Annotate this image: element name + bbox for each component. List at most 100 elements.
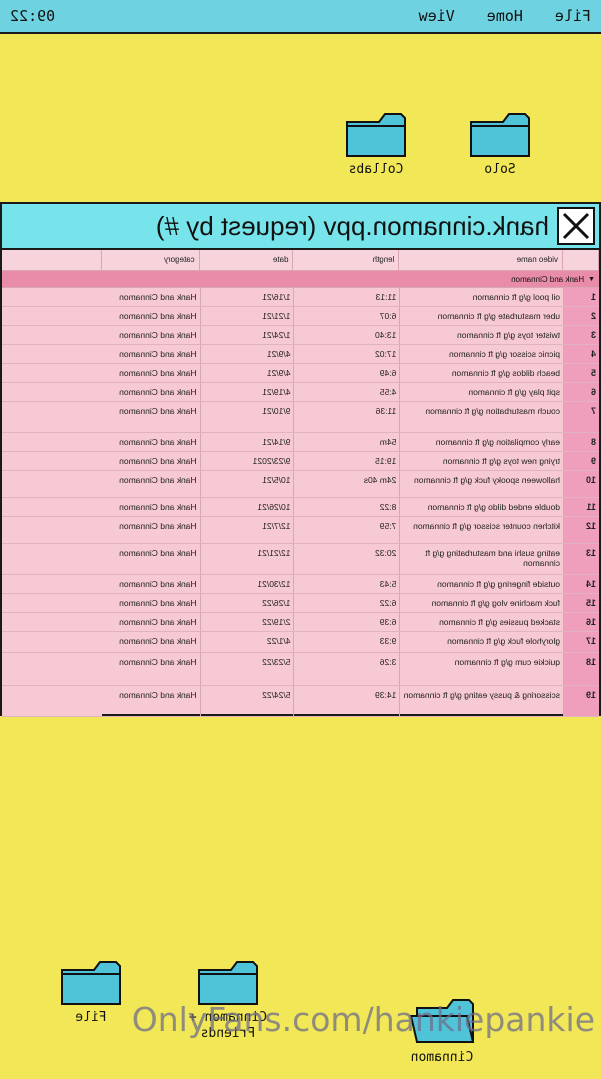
table-row[interactable]: 9 trying new toys g/g ft cinnamon 19:15 9/2… xyxy=(2,452,599,471)
cell-length: 3:26 xyxy=(293,653,400,685)
group-label: Hank and Cinnamon xyxy=(511,274,585,284)
cell-video-name: couch masturbation g/g ft cinnamon xyxy=(399,402,564,432)
collapse-triangle-icon[interactable]: ▼ xyxy=(588,276,595,283)
col-date[interactable]: date xyxy=(199,250,294,270)
cell-date: 9/23/2021 xyxy=(199,452,294,470)
cell-spacer xyxy=(2,544,102,574)
cell-date: 9/10/21 xyxy=(199,402,294,432)
cell-date: 10/26/21 xyxy=(199,498,294,516)
folder-icon xyxy=(470,113,530,157)
cell-video-name: gloryhole fuck g/g ft cinnamon xyxy=(399,632,564,652)
cell-category: Hank and Cinnamon xyxy=(119,598,197,608)
table-row[interactable]: 18 quickie cum g/g ft cinnamon 3:26 5/23/22… xyxy=(2,653,599,686)
close-x-icon[interactable] xyxy=(557,207,595,245)
cell-date: 1/26/22 xyxy=(199,594,294,612)
cell-category: Hank and Cinnamon xyxy=(119,521,197,531)
window-title: hank.cinnamon.ppv (request by #) xyxy=(155,210,549,241)
cell-video-name: twister toys g/g ft cinnamon xyxy=(399,326,564,344)
cell-date: 2/19/22 xyxy=(199,613,294,631)
col-video-name[interactable]: video name xyxy=(399,250,564,270)
folder-icon xyxy=(198,961,258,1005)
table-row[interactable]: 15 fuck machine vlog g/g ft cinnamon 6:22 1… xyxy=(2,594,599,613)
table-row[interactable]: 4 picnic scissor g/g ft cinnamon 17:02 4/9/… xyxy=(2,345,599,364)
table-row[interactable]: 3 twister toys g/g ft cinnamon 13:40 1/24/2… xyxy=(2,326,599,345)
table-row[interactable]: 8 early compilation g/g ft cinnamon 54m 9/1… xyxy=(2,433,599,452)
table-row[interactable]: 13 eating sushi and masturbating g/g ft c… xyxy=(2,544,599,575)
row-number: 10 xyxy=(563,471,599,497)
clock: 09:22 xyxy=(10,7,56,25)
cell-date: 4/9/21 xyxy=(199,345,294,363)
cell-length: 6:07 xyxy=(293,307,400,325)
row-number: 1 xyxy=(563,288,599,306)
cell-spacer xyxy=(2,383,102,401)
window-titlebar[interactable]: hank.cinnamon.ppv (request by #) xyxy=(2,204,599,250)
folder-label: File xyxy=(75,1010,107,1025)
cell-category: Hank and Cinnamon xyxy=(119,292,197,302)
table-row[interactable]: 5 beach dildos g/g ft cinnamon 6:49 4/9/21 H… xyxy=(2,364,599,383)
table-row[interactable]: 17 gloryhole fuck g/g ft cinnamon 9:33 4/1/… xyxy=(2,632,599,653)
cell-date: 1/24/21 xyxy=(199,326,294,344)
folder-solo[interactable]: Solo xyxy=(455,110,545,178)
cell-category: Hank and Cinnamon xyxy=(119,636,197,646)
col-length[interactable]: length xyxy=(293,250,400,270)
cell-length: 13:40 xyxy=(293,326,400,344)
table-row[interactable]: 11 double ended dildo g/g ft cinnamon 8:22… xyxy=(2,498,599,517)
table-row[interactable]: 1 oil pool g/g ft cinnamon 11:13 1/16/21 Han… xyxy=(2,288,599,307)
row-number: 11 xyxy=(563,498,599,516)
cell-date: 4/19/21 xyxy=(199,383,294,401)
cell-spacer xyxy=(2,288,102,306)
cell-length: 14:39 xyxy=(293,686,400,716)
cell-category: Hank and Cinnamon xyxy=(119,330,197,340)
cell-spacer xyxy=(2,686,102,716)
table-row[interactable]: 10 halloween spooky fuck g/g ft cinnamon 2… xyxy=(2,471,599,498)
cell-video-name: trying new toys g/g ft cinnamon xyxy=(399,452,564,470)
cell-category: Hank and Cinnamon xyxy=(119,437,197,447)
cell-length: 24m 40s xyxy=(293,471,400,497)
cell-date: 4/1/22 xyxy=(199,632,294,652)
cell-spacer xyxy=(2,452,102,470)
cell-length: 8:22 xyxy=(293,498,400,516)
folder-label: Cinnamon xyxy=(410,1050,474,1065)
cell-spacer xyxy=(2,594,102,612)
table-row[interactable]: 14 outside fingering g/g ft cinnamon 5:43 1… xyxy=(2,575,599,594)
table-row[interactable]: 6 spit play g/g ft cinnamon 4:55 4/19/21 Han… xyxy=(2,383,599,402)
cell-category: Hank and Cinnamon xyxy=(119,475,197,485)
menu-view[interactable]: View xyxy=(419,7,455,25)
table-row[interactable]: 2 uber masturbate g/g ft cinnamon 6:07 1/21… xyxy=(2,307,599,326)
cell-category: Hank and Cinnamon xyxy=(119,548,197,558)
header-spacer xyxy=(1,250,102,270)
group-row[interactable]: ▼ Hank and Cinnamon xyxy=(2,271,599,288)
table-row[interactable]: 16 stacked pussies g/g ft cinnamon 6:39 2/1… xyxy=(2,613,599,632)
cell-length: 19:15 xyxy=(293,452,400,470)
folder-collabs[interactable]: Collabs xyxy=(331,110,421,178)
row-number: 2 xyxy=(563,307,599,325)
row-number: 19 xyxy=(563,686,599,716)
folder-file[interactable]: File xyxy=(46,958,136,1026)
row-number: 14 xyxy=(563,575,599,593)
cell-length: 11:36 xyxy=(293,402,400,432)
header-spacer xyxy=(563,250,599,270)
table-row[interactable]: 7 couch masturbation g/g ft cinnamon 11:36… xyxy=(2,402,599,433)
table-row[interactable]: 19 scissoring & pussy eating g/g ft cinna… xyxy=(2,686,599,717)
cell-date: 12/7/21 xyxy=(199,517,294,543)
cell-video-name: eating sushi and masturbating g/g ft cin… xyxy=(399,544,564,574)
cell-video-name: fuck machine vlog g/g ft cinnamon xyxy=(399,594,564,612)
mirrored-desktop: File Home View 09:22 Solo Collabs hank.c… xyxy=(0,0,601,1079)
cell-spacer xyxy=(2,517,102,543)
cell-spacer xyxy=(2,402,102,432)
cell-spacer xyxy=(2,653,102,685)
menu-file[interactable]: File xyxy=(555,7,591,25)
cell-spacer xyxy=(2,498,102,516)
cell-date: 4/9/21 xyxy=(199,364,294,382)
cell-video-name: early compilation g/g ft cinnamon xyxy=(399,433,564,451)
menu-home[interactable]: Home xyxy=(487,7,523,25)
cell-length: 5:43 xyxy=(293,575,400,593)
table-row[interactable]: 12 kitchen counter scissor g/g ft cinnamo… xyxy=(2,517,599,544)
cell-category: Hank and Cinnamon xyxy=(119,387,197,397)
cell-video-name: halloween spooky fuck g/g ft cinnamon xyxy=(399,471,564,497)
cell-date: 12/21/21 xyxy=(199,544,294,574)
cell-spacer xyxy=(2,364,102,382)
cell-spacer xyxy=(2,307,102,325)
cell-video-name: double ended dildo g/g ft cinnamon xyxy=(399,498,564,516)
col-category[interactable]: category xyxy=(101,250,200,270)
